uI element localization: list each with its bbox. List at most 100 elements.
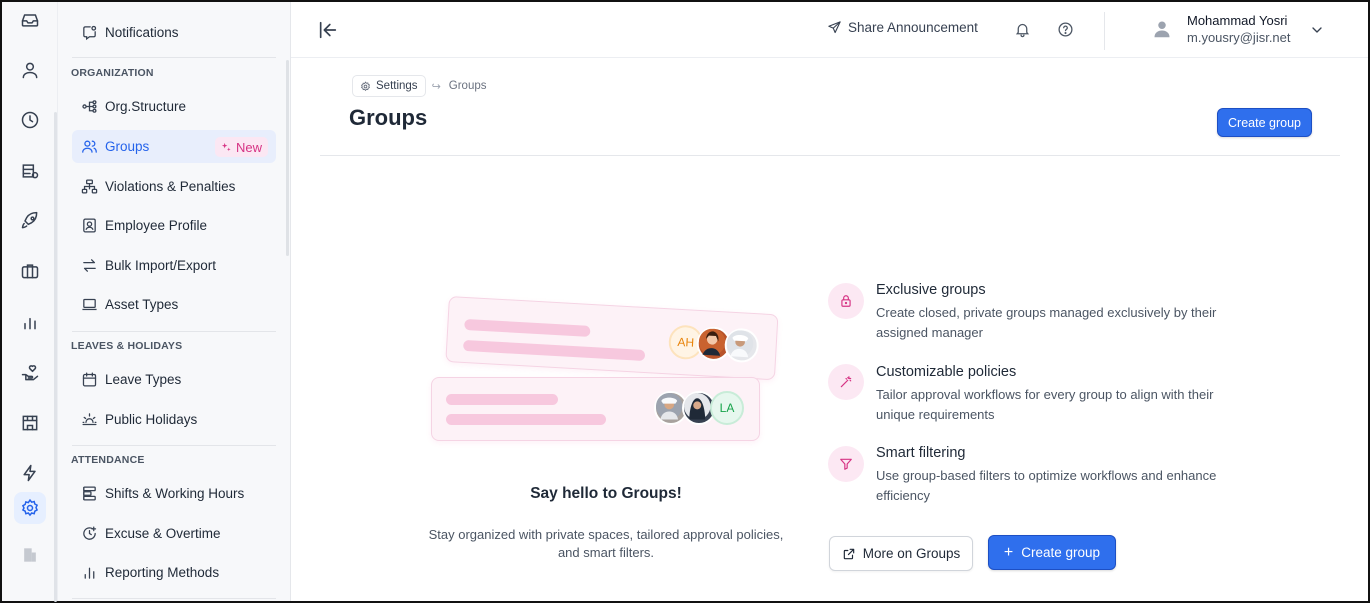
more-on-groups-button[interactable]: More on Groups	[829, 536, 973, 571]
illustration-card: LA	[431, 377, 760, 441]
chevron-down-icon[interactable]	[1309, 22, 1325, 38]
sidebar-item-label: Reporting Methods	[105, 565, 220, 580]
sidebar-item-label: Shifts & Working Hours	[105, 486, 245, 501]
hierarchy-icon	[80, 178, 98, 196]
user-icon[interactable]	[14, 54, 46, 86]
sidebar-item-label: Employee Profile	[105, 218, 208, 233]
hand-heart-icon[interactable]	[14, 357, 46, 389]
user-menu[interactable]: Mohammad Yosri m.yousry@jisr.net	[1153, 12, 1291, 46]
sidebar-item-asset-types[interactable]: Asset Types	[72, 288, 276, 321]
new-badge: New	[214, 137, 268, 157]
notification-icon	[80, 24, 98, 42]
share-announcement-button[interactable]: Share Announcement	[827, 20, 978, 35]
breadcrumb-current: Groups	[448, 80, 487, 92]
arrows-swap-icon	[80, 257, 98, 275]
filter-icon	[828, 446, 864, 482]
placeholder-bar	[446, 394, 558, 405]
external-link-icon	[843, 548, 854, 559]
divider	[72, 331, 276, 332]
gear-icon	[360, 80, 370, 91]
id-card-icon	[80, 217, 98, 235]
feature-title: Smart filtering	[876, 445, 966, 461]
sparkle-icon	[221, 142, 231, 151]
sidebar-item-org-structure[interactable]: Org.Structure	[72, 90, 276, 123]
building-icon[interactable]	[14, 539, 46, 571]
magic-wand-icon	[828, 364, 864, 400]
sidebar-item-label: Groups	[105, 139, 150, 154]
shifts-icon	[80, 485, 98, 503]
sidebar-item-label: Bulk Import/Export	[105, 258, 217, 273]
breadcrumb-settings-label: Settings	[376, 80, 418, 92]
sidebar-item-bulk-import[interactable]: Bulk Import/Export	[72, 249, 276, 282]
bell-icon[interactable]	[1014, 21, 1031, 38]
divider	[1104, 12, 1105, 50]
divider	[320, 155, 1340, 156]
settings-sidebar: Notifications ORGANIZATION Org.Structure…	[58, 2, 291, 601]
bar-chart-icon	[80, 564, 98, 582]
placeholder-bar	[446, 414, 606, 425]
clock-plus-icon	[80, 525, 98, 543]
sunrise-icon	[80, 411, 98, 429]
laptop-icon	[80, 296, 98, 314]
sidebar-item-violations[interactable]: Violations & Penalties	[72, 170, 276, 203]
avatar	[1153, 20, 1171, 38]
inbox-icon[interactable]	[14, 4, 46, 36]
feature-description: Tailor approval workflows for every grou…	[876, 387, 1214, 422]
section-heading-organization: ORGANIZATION	[71, 67, 154, 79]
user-name: Mohammad Yosri	[1187, 13, 1288, 28]
breadcrumb: Settings ↪ Groups	[352, 75, 487, 97]
app-rail	[2, 2, 58, 602]
send-icon	[828, 21, 841, 34]
create-group-button[interactable]: + Create group	[988, 535, 1116, 570]
sidebar-item-label: Notifications	[105, 25, 179, 40]
users-icon	[80, 138, 98, 156]
briefcase-icon[interactable]	[14, 255, 46, 287]
plus-icon: +	[1003, 543, 1014, 561]
gear-icon[interactable]	[14, 492, 46, 524]
placeholder-bar	[462, 339, 646, 362]
sidebar-item-groups[interactable]: Groups New	[72, 130, 276, 163]
create-group-button-header[interactable]: Create group	[1217, 108, 1312, 137]
divider	[72, 57, 276, 58]
empty-state-title: Say hello to Groups!	[530, 485, 682, 502]
sidebar-item-label: Violations & Penalties	[105, 179, 236, 194]
illustration-card: AH	[445, 296, 779, 381]
sidebar-scrollbar[interactable]	[286, 60, 289, 256]
database-icon[interactable]	[14, 155, 46, 187]
lightning-icon[interactable]	[14, 457, 46, 489]
feature-title: Customizable policies	[876, 364, 1017, 380]
feature-title: Exclusive groups	[876, 282, 986, 298]
sidebar-item-leave-types[interactable]: Leave Types	[72, 363, 276, 396]
lock-icon	[828, 283, 864, 319]
sidebar-item-public-holidays[interactable]: Public Holidays	[72, 403, 276, 436]
rail-scrollbar[interactable]	[54, 112, 57, 602]
sidebar-item-label: Leave Types	[105, 372, 182, 387]
placeholder-bar	[464, 318, 591, 337]
avatar: LA	[710, 391, 744, 425]
sidebar-item-employee-profile[interactable]: Employee Profile	[72, 209, 276, 242]
calendar-icon	[80, 371, 98, 389]
create-group-label: Create group	[1021, 545, 1101, 560]
top-bar: Share Announcement Mohammad Yosri m.yous…	[291, 2, 1368, 58]
feature-description: Create closed, private groups managed ex…	[876, 305, 1217, 340]
sidebar-item-notifications[interactable]: Notifications	[72, 16, 276, 49]
store-icon[interactable]	[14, 407, 46, 439]
sidebar-item-label: Org.Structure	[105, 99, 187, 114]
sidebar-item-reporting-methods[interactable]: Reporting Methods	[72, 556, 276, 589]
avatar	[723, 327, 760, 364]
collapse-sidebar-icon[interactable]	[317, 19, 339, 41]
clock-icon[interactable]	[14, 104, 46, 136]
sidebar-item-label: Asset Types	[105, 297, 179, 312]
help-icon[interactable]	[1057, 21, 1074, 38]
divider	[72, 598, 276, 599]
user-email: m.yousry@jisr.net	[1187, 30, 1291, 45]
org-structure-icon	[80, 98, 98, 116]
sidebar-item-excuse-overtime[interactable]: Excuse & Overtime	[72, 517, 276, 550]
sidebar-item-shifts[interactable]: Shifts & Working Hours	[72, 477, 276, 510]
bar-chart-icon[interactable]	[14, 306, 46, 338]
section-heading-attendance: ATTENDANCE	[71, 454, 145, 466]
more-on-groups-label: More on Groups	[862, 546, 961, 561]
breadcrumb-settings[interactable]: Settings	[352, 75, 426, 97]
page-title: Groups	[349, 105, 428, 130]
rocket-icon[interactable]	[14, 205, 46, 237]
